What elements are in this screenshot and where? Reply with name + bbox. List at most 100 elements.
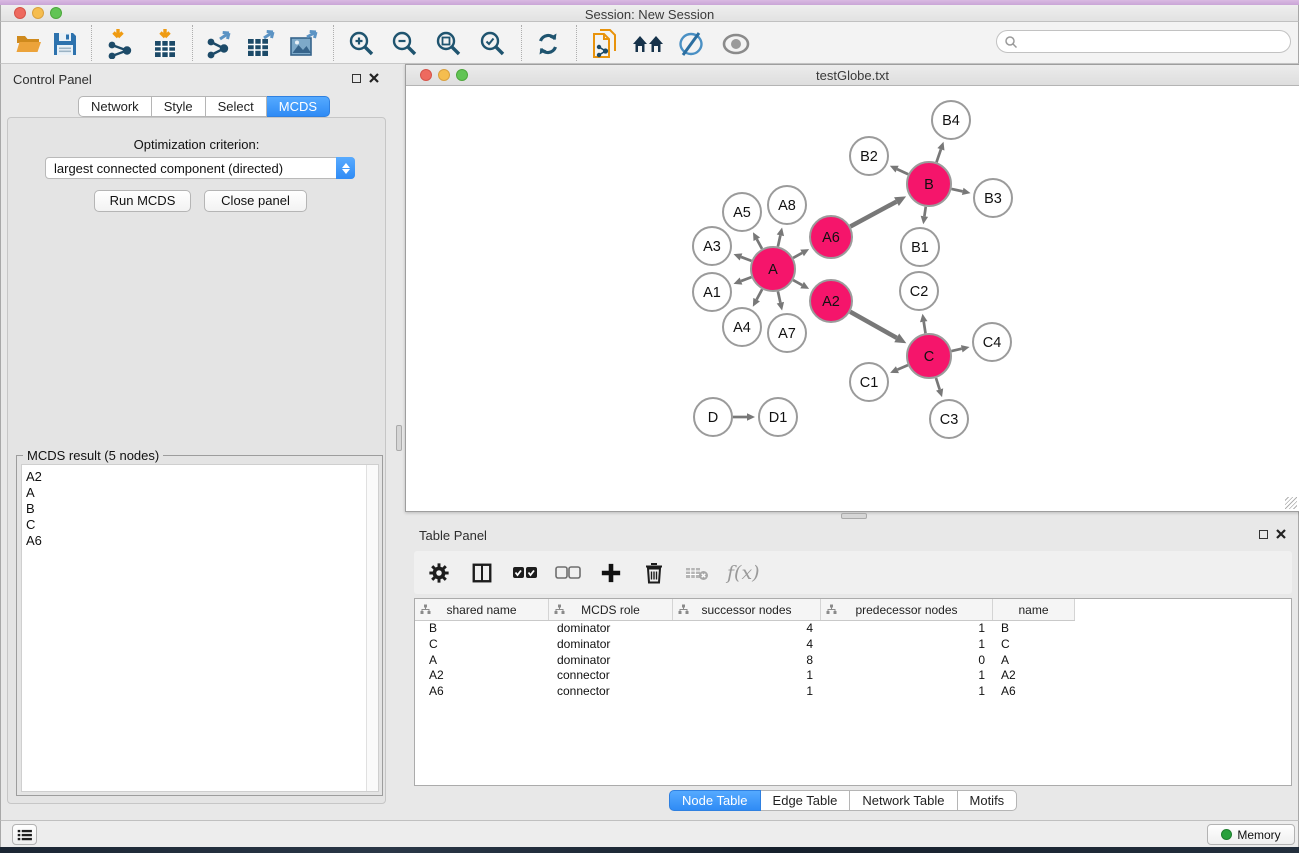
table-row[interactable]: Adominator80A — [415, 653, 1291, 669]
show-details-icon[interactable] — [720, 28, 752, 60]
column-header-predecessor-nodes[interactable]: predecessor nodes — [821, 599, 993, 620]
float-table-panel-icon[interactable] — [1259, 530, 1268, 539]
graph-node-A1[interactable]: A1 — [693, 273, 731, 311]
graph-node-C3[interactable]: C3 — [930, 400, 968, 438]
graph-node-C4[interactable]: C4 — [973, 323, 1011, 361]
hide-details-icon[interactable] — [675, 28, 707, 60]
import-table-icon[interactable] — [149, 28, 181, 60]
zoom-selected-icon[interactable] — [477, 28, 509, 60]
table-row[interactable]: Bdominator41B — [415, 621, 1291, 637]
search-input[interactable] — [1018, 35, 1290, 49]
network-minimize-button[interactable] — [438, 69, 450, 81]
column-header-mcds-role[interactable]: MCDS role — [549, 599, 673, 620]
close-panel-icon[interactable] — [369, 73, 379, 83]
minimize-window-button[interactable] — [32, 7, 44, 19]
graph-node-A6[interactable]: A6 — [810, 216, 852, 258]
graph-node-B1[interactable]: B1 — [901, 228, 939, 266]
graph-node-A7[interactable]: A7 — [768, 314, 806, 352]
edge-C-C2[interactable] — [924, 322, 926, 334]
run-mcds-button[interactable]: Run MCDS — [94, 190, 191, 212]
network-from-file-icon[interactable] — [589, 28, 621, 60]
zoom-fit-icon[interactable] — [433, 28, 465, 60]
tab-network[interactable]: Network — [78, 96, 152, 117]
graph-node-B4[interactable]: B4 — [932, 101, 970, 139]
graph-node-D[interactable]: D — [694, 398, 732, 436]
edge-A-A7[interactable] — [778, 291, 780, 302]
graph-node-A8[interactable]: A8 — [768, 186, 806, 224]
graph-node-A4[interactable]: A4 — [723, 308, 761, 346]
edge-B-B3[interactable] — [951, 189, 962, 191]
select-all-rows-icon[interactable] — [512, 560, 538, 586]
add-column-icon[interactable] — [598, 560, 624, 586]
graph-node-C2[interactable]: C2 — [900, 272, 938, 310]
import-network-icon[interactable] — [104, 28, 136, 60]
graph-node-A[interactable]: A — [751, 247, 795, 291]
close-window-button[interactable] — [14, 7, 26, 19]
graph-node-A2[interactable]: A2 — [810, 280, 852, 322]
edge-C-C3[interactable] — [936, 378, 940, 390]
maximize-window-button[interactable] — [50, 7, 62, 19]
network-maximize-button[interactable] — [456, 69, 468, 81]
edge-A6-B[interactable] — [850, 202, 896, 227]
open-folder-icon[interactable] — [13, 28, 45, 60]
edge-A-A6[interactable] — [793, 253, 802, 258]
graph-node-A3[interactable]: A3 — [693, 227, 731, 265]
column-header-shared-name[interactable]: shared name — [415, 599, 549, 620]
table-row[interactable]: Cdominator41C — [415, 637, 1291, 653]
refresh-icon[interactable] — [532, 28, 564, 60]
result-list-item[interactable]: B — [26, 501, 378, 517]
float-panel-icon[interactable] — [352, 74, 361, 83]
select-columns-icon[interactable] — [469, 560, 495, 586]
export-table-icon[interactable] — [245, 28, 277, 60]
edge-A-A2[interactable] — [793, 280, 802, 285]
result-list-item[interactable]: A — [26, 485, 378, 501]
graph-node-B[interactable]: B — [907, 162, 951, 206]
graph-node-B2[interactable]: B2 — [850, 137, 888, 175]
network-close-button[interactable] — [420, 69, 432, 81]
graph-node-B3[interactable]: B3 — [974, 179, 1012, 217]
result-list-item[interactable]: A2 — [26, 469, 378, 485]
tab-edge-table[interactable]: Edge Table — [761, 790, 851, 811]
tab-network-table[interactable]: Network Table — [850, 790, 957, 811]
graph-node-D1[interactable]: D1 — [759, 398, 797, 436]
node-table[interactable]: shared nameMCDS rolesuccessor nodesprede… — [414, 598, 1292, 786]
edge-A-A1[interactable] — [741, 277, 751, 281]
result-list-item[interactable]: A6 — [26, 533, 378, 549]
deselect-all-rows-icon[interactable] — [555, 560, 581, 586]
save-icon[interactable] — [49, 28, 81, 60]
close-panel-button[interactable]: Close panel — [204, 190, 307, 212]
network-canvas[interactable]: B4 B2 B B3 A5A8A6 A3 B1 A C2 A1 A2 A4A7 C4 C C1 C3 D D1 — [406, 86, 1299, 511]
table-row[interactable]: A2connector11A2 — [415, 668, 1291, 684]
memory-button[interactable]: Memory — [1207, 824, 1295, 845]
task-history-button[interactable] — [12, 824, 37, 845]
tab-select[interactable]: Select — [206, 96, 267, 117]
edge-A-A3[interactable] — [741, 257, 751, 261]
tab-motifs[interactable]: Motifs — [958, 790, 1018, 811]
window-resize-grip[interactable] — [1285, 497, 1297, 509]
horizontal-splitter-handle[interactable] — [841, 513, 867, 519]
mcds-result-list[interactable]: A2ABCA6 — [21, 464, 379, 792]
graph-node-C[interactable]: C — [907, 334, 951, 378]
tab-mcds[interactable]: MCDS — [267, 96, 330, 117]
zoom-out-icon[interactable] — [389, 28, 421, 60]
close-table-panel-icon[interactable] — [1276, 529, 1286, 539]
table-settings-gear-icon[interactable] — [426, 560, 452, 586]
edge-A2-C[interactable] — [850, 312, 897, 338]
edge-B-B1[interactable] — [924, 207, 925, 217]
graph-node-A5[interactable]: A5 — [723, 193, 761, 231]
vertical-splitter-handle[interactable] — [396, 425, 402, 451]
column-header-successor-nodes[interactable]: successor nodes — [673, 599, 821, 620]
edge-A-A8[interactable] — [778, 235, 780, 246]
search-field[interactable] — [996, 30, 1291, 53]
edge-A-A5[interactable] — [757, 239, 762, 249]
edge-A-A4[interactable] — [757, 289, 763, 299]
edge-B-B4[interactable] — [936, 149, 940, 162]
graph-node-C1[interactable]: C1 — [850, 363, 888, 401]
clear-table-icon[interactable] — [684, 560, 710, 586]
edge-B-B2[interactable] — [897, 169, 908, 174]
function-builder-icon[interactable]: f(x) — [727, 562, 760, 584]
tab-style[interactable]: Style — [152, 96, 206, 117]
criterion-dropdown[interactable]: largest connected component (directed) — [45, 157, 355, 179]
result-list-item[interactable]: C — [26, 517, 378, 533]
export-image-icon[interactable] — [288, 28, 320, 60]
